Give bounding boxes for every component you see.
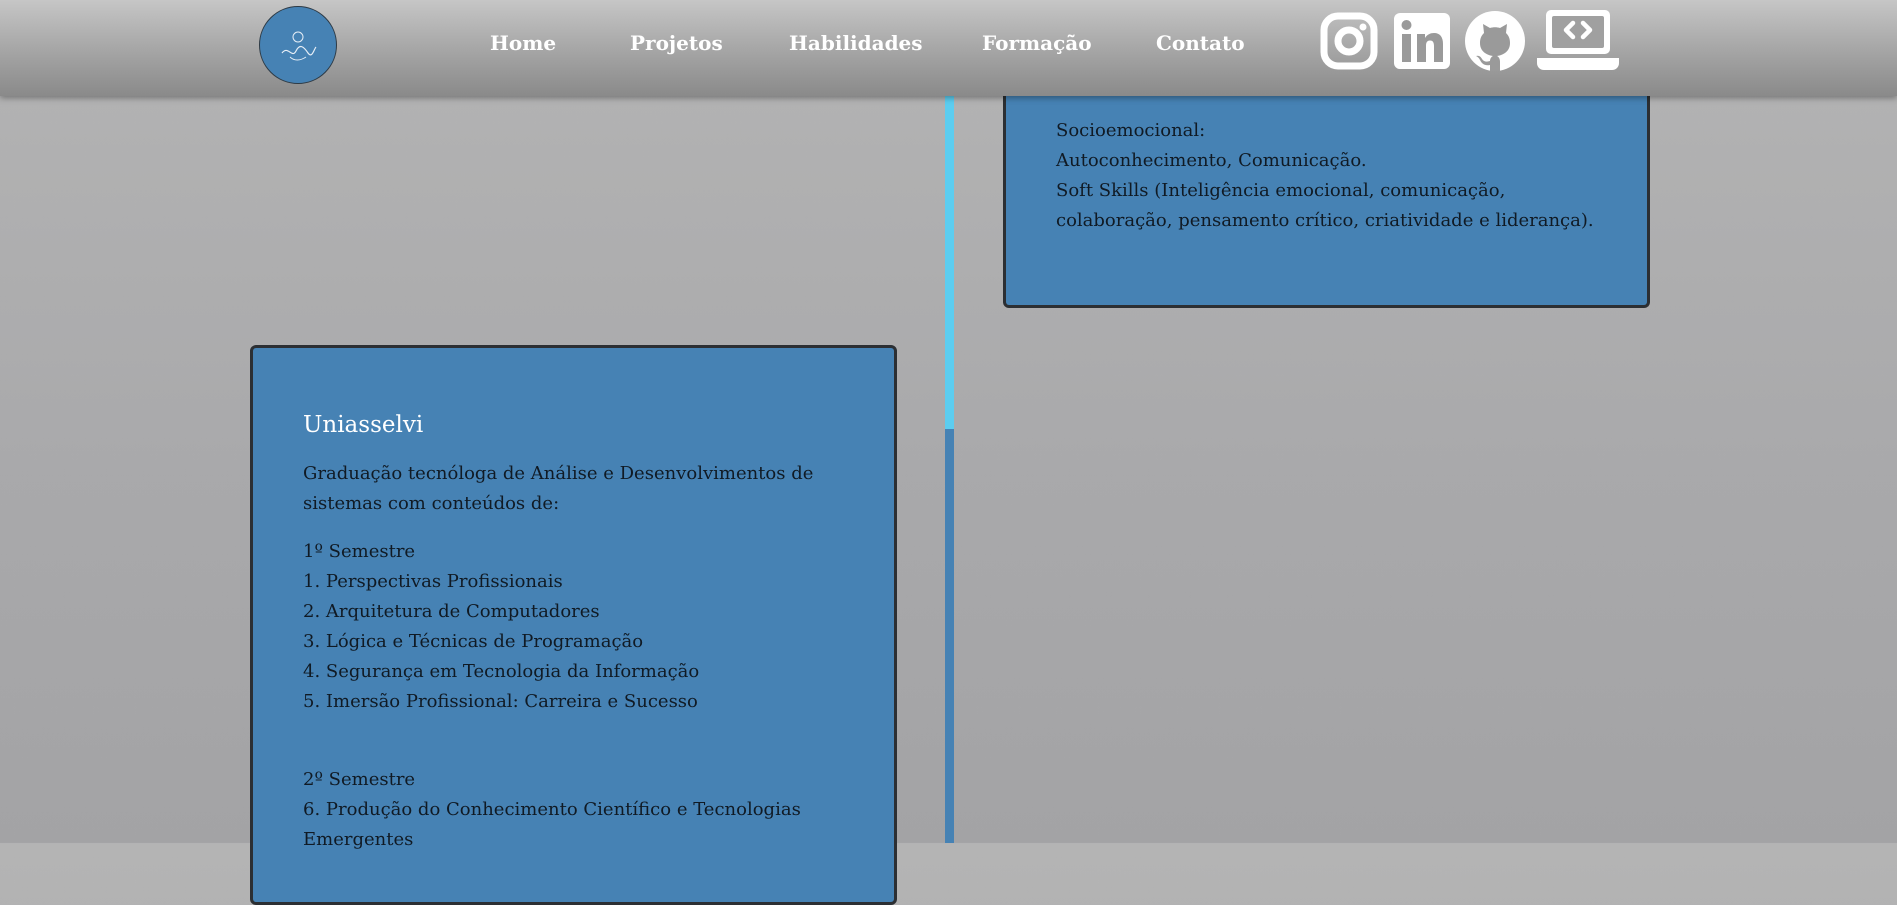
logo-icon[interactable] — [259, 6, 337, 84]
course-item: 5. Imersão Profissional: Carreira e Suce… — [303, 691, 698, 712]
nav-link-formacao[interactable]: Formação — [982, 30, 1092, 56]
github-icon[interactable] — [1464, 10, 1526, 76]
course-item: 1. Perspectivas Profissionais — [303, 571, 563, 592]
card-title: Uniasselvi — [303, 412, 424, 438]
card-intro: Graduação tecnóloga de Análise e Desenvo… — [303, 463, 814, 514]
course-item: 2. Arquitetura de Computadores — [303, 601, 600, 622]
card-text-line: Socioemocional: — [1056, 120, 1206, 141]
course-item: 3. Lógica e Técnicas de Programação — [303, 631, 644, 652]
nav-link-habilidades[interactable]: Habilidades — [789, 30, 923, 56]
instagram-icon[interactable] — [1320, 12, 1378, 74]
navbar: Home Projetos Habilidades Formação Conta… — [0, 0, 1897, 96]
education-card-uniasselvi: Uniasselvi Graduação tecnóloga de Anális… — [250, 345, 897, 905]
course-item: 6. Produção do Conhecimento Científico e… — [303, 799, 801, 850]
card-text-line: Soft Skills (Inteligência emocional, com… — [1056, 180, 1594, 231]
semester-title: 1º Semestre — [303, 541, 416, 562]
timeline-progress — [945, 96, 954, 429]
laptop-code-icon[interactable] — [1537, 8, 1619, 78]
nav-link-contato[interactable]: Contato — [1156, 30, 1245, 56]
education-card-socioemocional: Socioemocional: Autoconhecimento, Comuni… — [1003, 70, 1650, 308]
nav-link-projetos[interactable]: Projetos — [630, 30, 723, 56]
nav-link-home[interactable]: Home — [490, 30, 556, 56]
card-text-line: Autoconhecimento, Comunicação. — [1056, 150, 1367, 171]
course-item: 4. Segurança em Tecnologia da Informação — [303, 661, 700, 682]
linkedin-icon[interactable] — [1393, 12, 1451, 74]
semester-title: 2º Semestre — [303, 769, 416, 790]
